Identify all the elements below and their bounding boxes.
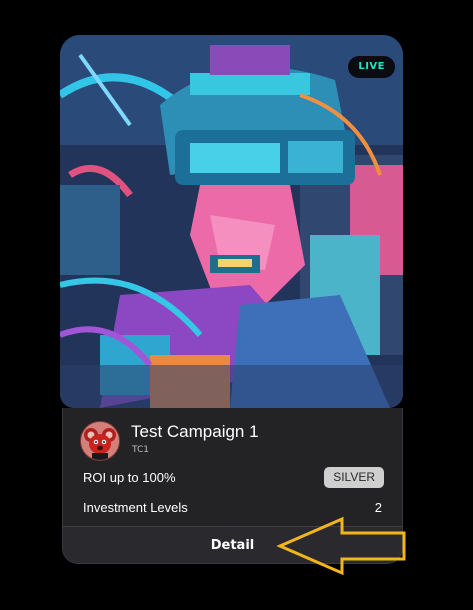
red-koala-avatar-icon	[80, 421, 120, 461]
investment-levels-label: Investment Levels	[83, 500, 188, 515]
roi-text: ROI up to 100%	[83, 470, 176, 485]
left-arrow-outline-icon	[276, 516, 406, 576]
tier-badge: SILVER	[324, 467, 384, 488]
campaign-symbol: TC1	[132, 445, 149, 455]
investment-levels-value: 2	[374, 500, 382, 515]
live-status-badge: LIVE	[348, 56, 395, 78]
campaign-card[interactable]: LIVE Test Campaign 1 TC1 ROI up to 100% …	[60, 35, 403, 567]
campaign-title: Test Campaign 1	[131, 422, 259, 441]
campaign-artwork: LIVE	[60, 35, 403, 408]
